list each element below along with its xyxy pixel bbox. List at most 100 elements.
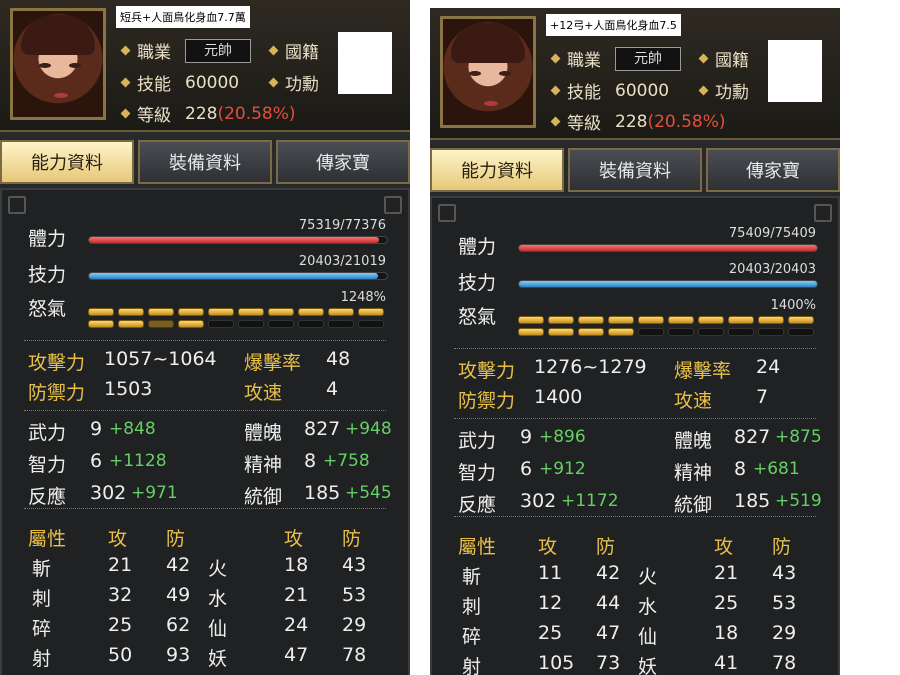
rage-segment	[608, 328, 634, 336]
attack-label: 攻擊力	[28, 352, 86, 374]
elem-header-def: 防	[596, 536, 616, 558]
sp-label: 技力	[28, 264, 67, 286]
rage-segment	[518, 328, 544, 336]
element-cell-b-atk: 25	[714, 592, 739, 614]
level-percent: (20.58%)	[217, 103, 296, 124]
attr-label: 精神	[244, 454, 283, 476]
tab-equipment[interactable]: 裝備資料	[568, 148, 702, 192]
rage-segment	[638, 328, 664, 336]
attack-value: 1057~1064	[104, 348, 217, 370]
element-cell-b-def: 53	[772, 592, 797, 614]
stats-frame: 體力 75319/77376 技力 20403/21019 怒氣 1248% 攻…	[0, 188, 410, 675]
frame-corner-icon	[384, 196, 402, 214]
attack-label: 攻擊力	[458, 360, 516, 382]
diamond-bullet-icon	[698, 53, 709, 64]
attr-label: 體魄	[674, 430, 713, 452]
rage-segment	[88, 308, 114, 316]
attr-label: 武力	[458, 430, 497, 452]
element-cell-b-def: 78	[772, 652, 797, 674]
rage-segment	[208, 320, 234, 328]
job-row: 職業 元帥	[120, 38, 251, 63]
element-cell-b: 妖	[208, 648, 228, 670]
level-row: 等級 228 (20.58%)	[120, 101, 296, 126]
rage-segment	[178, 320, 204, 328]
rage-segment	[268, 320, 294, 328]
elem-header-attr: 屬性	[458, 536, 497, 558]
attr-base: 9	[520, 426, 533, 448]
rage-segment	[238, 320, 264, 328]
rage-segment	[328, 308, 354, 316]
diamond-bullet-icon	[120, 45, 131, 56]
element-cell-b-def: 78	[342, 644, 367, 666]
element-cell-a-def: 42	[166, 554, 191, 576]
element-cell-a-def: 49	[166, 584, 191, 606]
rage-segment	[88, 320, 114, 328]
tab-heirloom[interactable]: 傳家寶	[276, 140, 410, 184]
hp-label: 體力	[28, 228, 67, 250]
divider	[454, 516, 816, 517]
attr-bonus: +1128	[109, 451, 167, 471]
diamond-bullet-icon	[698, 85, 709, 96]
merit-label: 功勳	[715, 83, 749, 103]
attr-base: 827	[304, 418, 341, 440]
attr-bonus: +681	[753, 459, 800, 479]
skill-value: 60000	[615, 80, 670, 101]
merit-label: 功勳	[285, 75, 319, 95]
element-cell-a-def: 44	[596, 592, 621, 614]
skill-row: 技能 60000	[550, 78, 670, 103]
element-cell-a: 刺	[462, 596, 482, 618]
rage-segment	[758, 328, 784, 336]
element-cell-a-atk: 25	[108, 614, 133, 636]
tab-ability[interactable]: 能力資料	[0, 140, 134, 184]
element-cell-a: 碎	[462, 626, 482, 648]
hp-bar	[88, 236, 388, 244]
element-cell-b-def: 43	[342, 554, 367, 576]
rage-segment	[548, 328, 574, 336]
element-cell-b-def: 53	[342, 584, 367, 606]
divider	[24, 340, 386, 341]
tab-equipment[interactable]: 裝備資料	[138, 140, 272, 184]
rage-segment	[668, 316, 694, 324]
level-row: 等級 228 (20.58%)	[550, 109, 726, 134]
element-cell-b: 火	[638, 566, 658, 588]
rage-segment	[788, 316, 814, 324]
attr-bonus: +848	[109, 419, 156, 439]
rage-segment	[548, 316, 574, 324]
job-label: 職業	[137, 43, 171, 63]
attr-base: 6	[520, 458, 533, 480]
element-cell-a-def: 47	[596, 622, 621, 644]
sp-bar	[88, 272, 388, 280]
tab-bar: 能力資料 裝備資料 傳家寶	[0, 140, 410, 184]
rage-segment	[638, 316, 664, 324]
tab-ability[interactable]: 能力資料	[430, 148, 564, 192]
elem-header-atk2: 攻	[714, 536, 734, 558]
nation-emblem-placeholder	[768, 40, 822, 102]
nation-row: 國籍	[698, 46, 749, 71]
diamond-bullet-icon	[268, 45, 279, 56]
rage-segment	[788, 328, 814, 336]
element-cell-a-atk: 21	[108, 554, 133, 576]
rage-segment	[608, 316, 634, 324]
rage-segment	[698, 328, 724, 336]
nation-label: 國籍	[285, 43, 319, 63]
elem-header-def2: 防	[342, 528, 362, 550]
frame-corner-icon	[438, 204, 456, 222]
rage-segment	[208, 308, 234, 316]
skill-value: 60000	[185, 72, 240, 93]
elem-header-atk: 攻	[538, 536, 558, 558]
rage-segment	[118, 320, 144, 328]
element-cell-b-atk: 21	[714, 562, 739, 584]
attr-bonus: +875	[775, 427, 822, 447]
sp-bar-fill	[519, 281, 817, 287]
element-cell-b: 仙	[638, 626, 658, 648]
rage-segment	[298, 320, 324, 328]
element-cell-b-atk: 18	[714, 622, 739, 644]
speed-label: 攻速	[244, 382, 283, 404]
attr-bonus: +896	[539, 427, 586, 447]
tab-heirloom[interactable]: 傳家寶	[706, 148, 840, 192]
element-cell-a: 斬	[32, 558, 52, 580]
skill-row: 技能 60000	[120, 70, 240, 95]
attr-base: 302	[520, 490, 557, 512]
diamond-bullet-icon	[120, 77, 131, 88]
defense-label: 防禦力	[28, 382, 86, 404]
